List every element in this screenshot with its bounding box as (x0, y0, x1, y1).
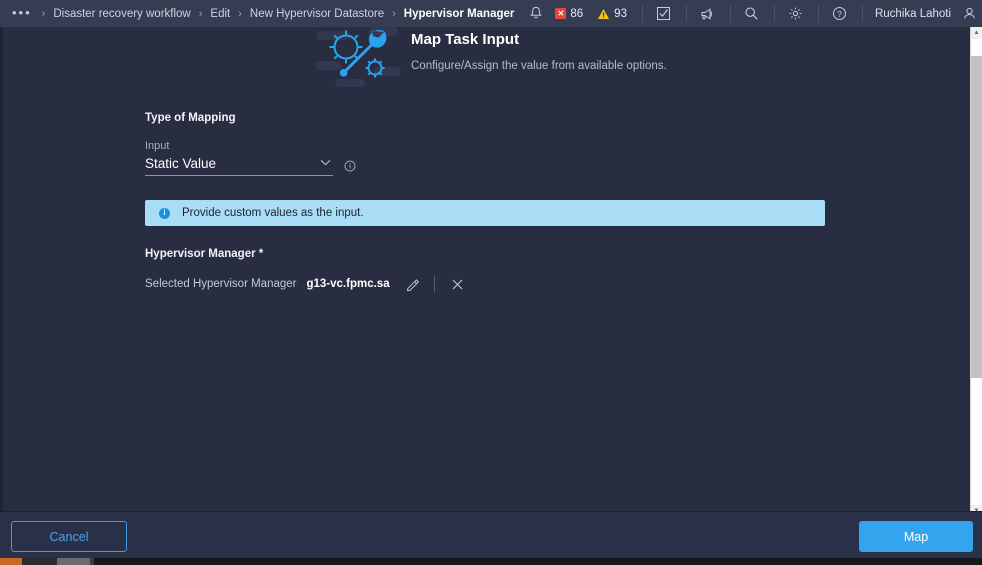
announcements-icon[interactable] (699, 5, 717, 23)
warning-triangle-icon[interactable] (597, 8, 610, 20)
map-task-input-dialog: Map Task Input Configure/Assign the valu… (0, 27, 982, 511)
dialog-subtitle: Configure/Assign the value from availabl… (411, 60, 667, 72)
taskbar-item[interactable] (22, 558, 57, 565)
close-x-icon[interactable] (447, 274, 469, 294)
map-button[interactable]: Map (859, 521, 973, 552)
chevron-down-icon (320, 159, 331, 169)
input-type-select[interactable]: Static Value (145, 156, 333, 176)
tasks-group (641, 0, 686, 27)
announcements-group (685, 0, 730, 27)
error-badge-glyph: ✕ (557, 8, 565, 18)
topbar-actions: ✕ 86 93 ? Ruchika Lahoti (514, 0, 982, 27)
input-field-label: Input (145, 140, 170, 152)
settings-group (773, 0, 818, 27)
field-title-hypervisor-manager: Hypervisor Manager * (145, 248, 264, 260)
action-divider (433, 276, 435, 292)
pencil-edit-icon[interactable] (402, 274, 424, 294)
input-type-row: Static Value (145, 156, 825, 176)
bell-icon[interactable] (527, 5, 545, 23)
map-task-form: Type of Mapping Input Static Value i Pro… (145, 112, 825, 294)
taskbar-item[interactable] (90, 558, 94, 565)
info-banner-text: Provide custom values as the input. (182, 207, 364, 219)
error-count[interactable]: 86 (570, 8, 583, 20)
gear-wrench-illustration (313, 27, 405, 93)
notifications-group: ✕ 86 93 (514, 0, 642, 27)
dialog-title: Map Task Input (411, 31, 520, 48)
tasks-icon[interactable] (655, 5, 673, 23)
section-title-type-of-mapping: Type of Mapping (145, 112, 236, 124)
scrollbar-track-top[interactable] (971, 39, 982, 56)
scrollbar-up-arrow-glyph: ▲ (973, 30, 980, 36)
cancel-button[interactable]: Cancel (11, 521, 127, 552)
warning-count[interactable]: 93 (614, 8, 627, 20)
selected-hypervisor-manager-row: Selected Hypervisor Manager g13-vc.fpmc.… (145, 274, 825, 294)
search-group (729, 0, 774, 27)
breadcrumb-item-disaster-recovery-workflow[interactable]: Disaster recovery workflow (53, 8, 190, 20)
breadcrumb: ••• › Disaster recovery workflow › Edit … (0, 0, 514, 27)
info-icon: i (159, 207, 170, 219)
help-icon[interactable]: ? (831, 5, 849, 23)
breadcrumb-item-hypervisor-manager: Hypervisor Manager (403, 7, 515, 20)
scrollbar-thumb[interactable] (971, 56, 982, 378)
info-circle-icon[interactable] (344, 160, 356, 172)
info-banner: i Provide custom values as the input. (145, 200, 825, 226)
taskbar-item-active[interactable] (0, 558, 22, 565)
scrollbar-up-arrow[interactable]: ▲ (971, 27, 982, 39)
selected-hypervisor-manager-value: g13-vc.fpmc.sa (306, 278, 390, 290)
breadcrumb-item-new-hypervisor-datastore[interactable]: New Hypervisor Datastore (250, 8, 384, 20)
os-taskbar (0, 558, 982, 565)
selected-hypervisor-manager-label: Selected Hypervisor Manager (145, 278, 297, 290)
user-avatar-icon[interactable] (960, 5, 978, 23)
settings-gear-icon[interactable] (787, 5, 805, 23)
dialog-header: Map Task Input Configure/Assign the valu… (313, 27, 667, 93)
user-group: Ruchika Lahoti (861, 0, 982, 27)
error-badge-icon[interactable]: ✕ (555, 8, 567, 19)
search-icon[interactable] (743, 5, 761, 23)
breadcrumb-separator-icon: › (238, 7, 242, 20)
svg-text:?: ? (838, 9, 843, 19)
breadcrumb-separator-icon: › (41, 7, 46, 20)
taskbar-item[interactable] (57, 558, 90, 565)
user-name[interactable]: Ruchika Lahoti (875, 8, 951, 20)
scrollbar-track-bottom[interactable] (971, 378, 982, 505)
breadcrumb-separator-icon: › (198, 7, 203, 20)
input-type-selected-value: Static Value (145, 156, 217, 171)
vertical-scrollbar[interactable]: ▲ ▼ (970, 27, 982, 517)
info-icon-glyph: i (163, 208, 166, 217)
help-group: ? (817, 0, 862, 27)
breadcrumb-separator-icon: › (392, 7, 396, 20)
breadcrumb-overflow-button[interactable]: ••• (10, 6, 34, 22)
breadcrumb-item-edit[interactable]: Edit (210, 8, 230, 20)
dialog-footer: Cancel Map (0, 511, 982, 558)
top-navigation-bar: ••• › Disaster recovery workflow › Edit … (0, 0, 982, 27)
